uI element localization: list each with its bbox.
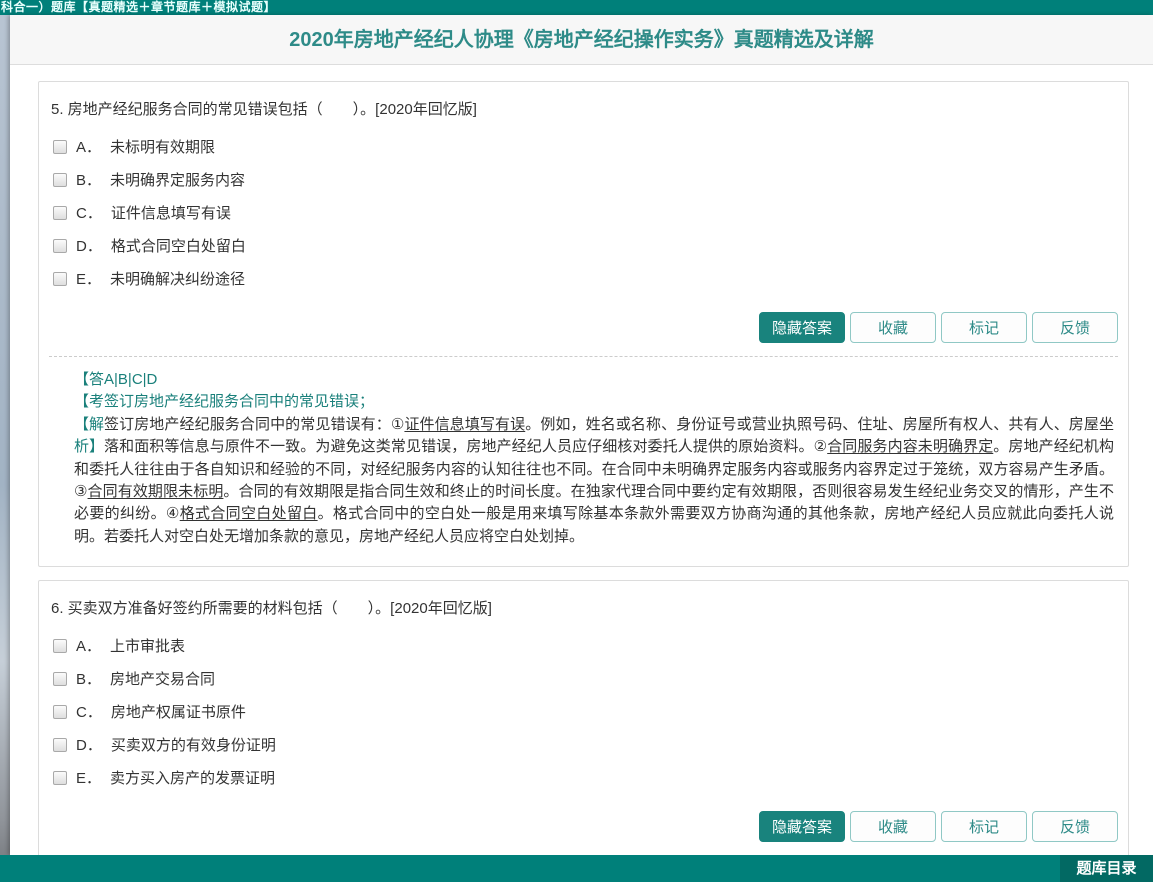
question-list: 5. 房地产经纪服务合同的常见错误包括（ ）。[2020年回忆版] A． 未标明有效… (10, 65, 1153, 855)
question-card: 5. 房地产经纪服务合同的常见错误包括（ ）。[2020年回忆版] A． 未标明有效… (38, 81, 1129, 567)
option-letter: D． (76, 734, 102, 755)
answer-value: A|B|C|D (104, 371, 157, 388)
option-row[interactable]: A． 未标明有效期限 (49, 130, 1118, 163)
option-letter: C． (76, 701, 102, 722)
exam-point-text: 签订房地产经纪服务合同中的常见错误； (104, 393, 374, 410)
option-row[interactable]: E． 未明确解决纠纷途径 (49, 262, 1118, 295)
analysis-key-phrase: 合同服务内容未明确界定 (827, 438, 993, 455)
option-text: 格式合同空白处留白 (111, 235, 246, 256)
option-text: 买卖双方的有效身份证明 (111, 734, 276, 755)
option-row[interactable]: C． 房地产权属证书原件 (49, 695, 1118, 728)
option-text: 未明确解决纠纷途径 (110, 268, 245, 289)
window-title: 科合一）题库【真题精选＋章节题库＋模拟试题】 (1, 0, 276, 14)
analysis-text: 签订房地产经纪服务合同中的常见错误有：① (104, 416, 404, 433)
analysis-key-phrase: 格式合同空白处留白 (180, 505, 318, 522)
page-header: 2020年房地产经纪人协理《房地产经纪操作实务》真题精选及详解 (10, 15, 1153, 65)
options-group: A． 上市审批表 B． 房地产交易合同 C． 房地产权属证书原件 D． 买卖双方的有效身份证明… (49, 621, 1118, 794)
option-row[interactable]: A． 上市审批表 (49, 629, 1118, 662)
option-checkbox[interactable] (53, 672, 67, 686)
option-checkbox[interactable] (53, 771, 67, 785)
answer-line: 【答A|B|C|D (74, 369, 1114, 391)
favorite-button[interactable]: 收藏 (850, 312, 936, 343)
page-title: 2020年房地产经纪人协理《房地产经纪操作实务》真题精选及详解 (10, 15, 1153, 65)
option-checkbox[interactable] (53, 272, 67, 286)
main-panel: 2020年房地产经纪人协理《房地产经纪操作实务》真题精选及详解 5. 房地产经纪… (10, 15, 1153, 855)
feedback-button[interactable]: 反馈 (1032, 312, 1118, 343)
mark-button[interactable]: 标记 (941, 312, 1027, 343)
answer-label: 【答 (74, 371, 104, 388)
toc-button[interactable]: 题库目录 (1060, 855, 1153, 882)
window-title-bar: 科合一）题库【真题精选＋章节题库＋模拟试题】 (0, 0, 1153, 15)
option-checkbox[interactable] (53, 705, 67, 719)
option-text: 证件信息填写有误 (111, 202, 231, 223)
option-checkbox[interactable] (53, 206, 67, 220)
option-letter: A． (76, 136, 101, 157)
question-toolbar: 隐藏答案收藏标记反馈 (49, 811, 1118, 842)
option-letter: E． (76, 767, 101, 788)
exam-point-label: 【考 (74, 393, 104, 410)
option-text: 未明确界定服务内容 (110, 169, 245, 190)
footer-bar: 题库目录 (0, 855, 1153, 882)
hide-answer-button[interactable]: 隐藏答案 (759, 312, 845, 343)
option-text: 未标明有效期限 (110, 136, 215, 157)
option-checkbox[interactable] (53, 140, 67, 154)
option-checkbox[interactable] (53, 738, 67, 752)
option-letter: B． (76, 668, 101, 689)
option-letter: A． (76, 635, 101, 656)
option-row[interactable]: E． 卖方买入房产的发票证明 (49, 761, 1118, 794)
question-toolbar: 隐藏答案收藏标记反馈 (49, 312, 1118, 343)
mark-button[interactable]: 标记 (941, 811, 1027, 842)
option-letter: B． (76, 169, 101, 190)
option-checkbox[interactable] (53, 639, 67, 653)
option-checkbox[interactable] (53, 239, 67, 253)
analysis-key-phrase: 证件信息填写有误 (404, 416, 525, 433)
favorite-button[interactable]: 收藏 (850, 811, 936, 842)
analysis-label-line1: 【解 (74, 414, 104, 436)
option-row[interactable]: B． 未明确界定服务内容 (49, 163, 1118, 196)
feedback-button[interactable]: 反馈 (1032, 811, 1118, 842)
analysis-paragraph: 【解析】签订房地产经纪服务合同中的常见错误有：①证件信息填写有误。例如，姓名或名… (74, 414, 1114, 548)
option-checkbox[interactable] (53, 173, 67, 187)
hide-answer-button[interactable]: 隐藏答案 (759, 811, 845, 842)
option-row[interactable]: C． 证件信息填写有误 (49, 196, 1118, 229)
option-letter: E． (76, 268, 101, 289)
analysis-label-line2: 析】 (74, 436, 104, 458)
option-text: 房地产权属证书原件 (111, 701, 246, 722)
option-row[interactable]: D． 买卖双方的有效身份证明 (49, 728, 1118, 761)
question-stem: 6. 买卖双方准备好签约所需要的材料包括（ ）。[2020年回忆版] (49, 593, 1118, 621)
option-letter: D． (76, 235, 102, 256)
question-stem: 5. 房地产经纪服务合同的常见错误包括（ ）。[2020年回忆版] (49, 94, 1118, 122)
option-row[interactable]: D． 格式合同空白处留白 (49, 229, 1118, 262)
option-letter: C． (76, 202, 102, 223)
analysis-label: 【解析】 (74, 414, 104, 459)
options-group: A． 未标明有效期限 B． 未明确界定服务内容 C． 证件信息填写有误 D． 格式合同空白处留… (49, 122, 1118, 295)
option-text: 房地产交易合同 (110, 668, 215, 689)
option-text: 上市审批表 (110, 635, 185, 656)
answer-section: 【答A|B|C|D【考签订房地产经纪服务合同中的常见错误；【解析】签订房地产经纪… (49, 356, 1118, 556)
analysis-key-phrase: 合同有效期限未标明 (88, 483, 224, 500)
exam-point-line: 【考签订房地产经纪服务合同中的常见错误； (74, 391, 1114, 413)
option-row[interactable]: B． 房地产交易合同 (49, 662, 1118, 695)
question-card: 6. 买卖双方准备好签约所需要的材料包括（ ）。[2020年回忆版] A． 上市审批… (38, 580, 1129, 855)
option-text: 卖方买入房产的发票证明 (110, 767, 275, 788)
